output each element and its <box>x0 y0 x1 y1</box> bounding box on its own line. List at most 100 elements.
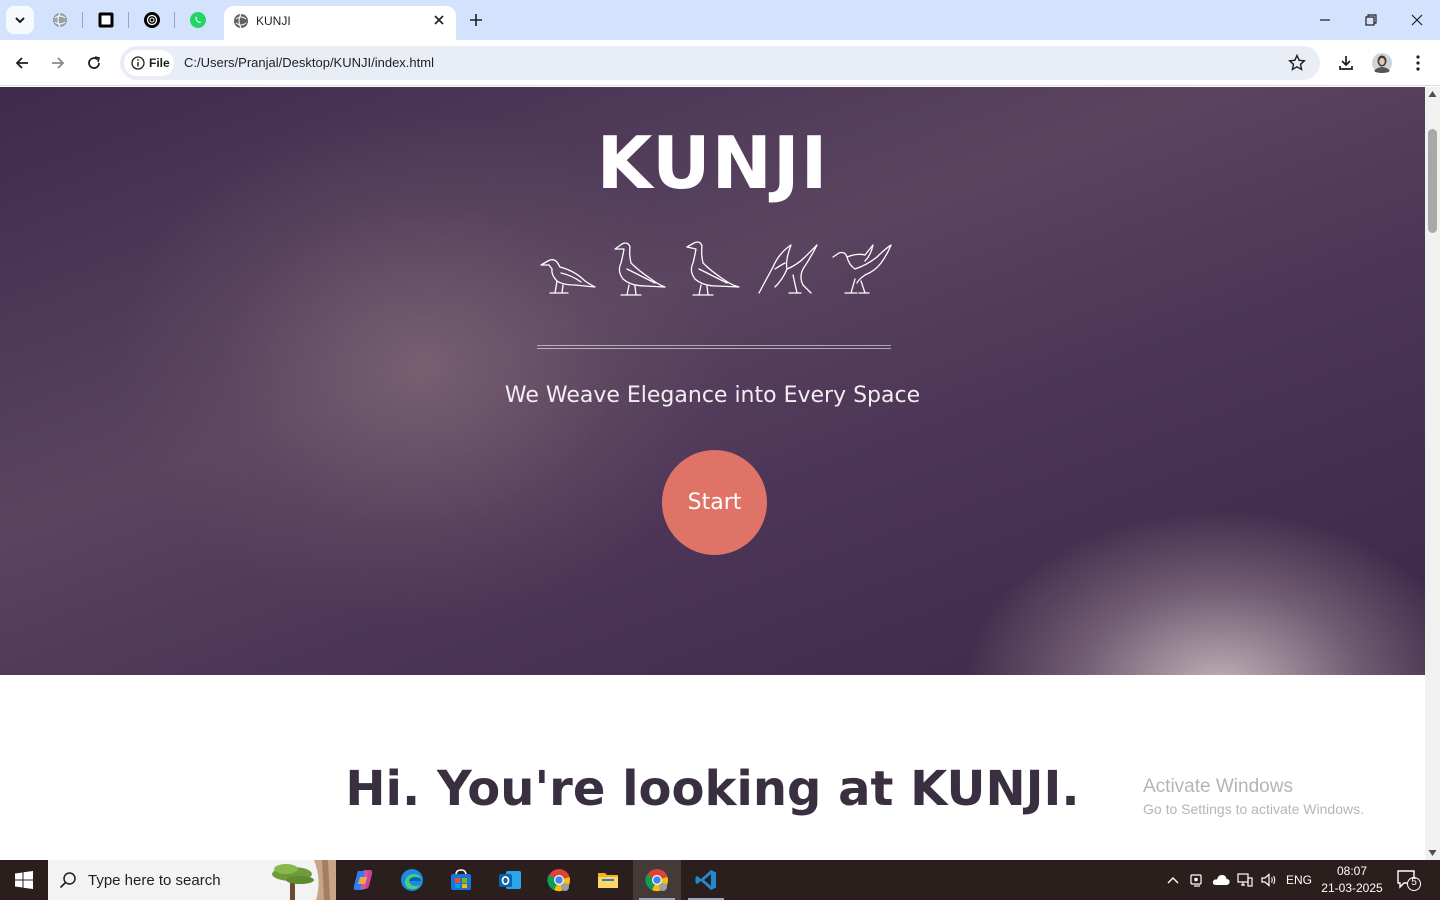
search-placeholder: Type here to search <box>88 871 221 889</box>
chrome-icon <box>645 869 668 892</box>
page-scrollbar[interactable] <box>1425 87 1440 860</box>
taskbar-edge[interactable] <box>388 860 436 900</box>
copilot-icon <box>353 870 373 890</box>
url-text[interactable]: C:/Users/Pranjal/Desktop/KUNJI/index.htm… <box>184 55 434 70</box>
start-menu-button[interactable] <box>0 860 48 900</box>
scroll-down-arrow-icon[interactable] <box>1428 849 1437 857</box>
hero-title: KUNJI <box>596 121 829 205</box>
scroll-up-arrow-icon[interactable] <box>1428 90 1437 98</box>
site-info-label: File <box>149 56 170 70</box>
reload-button[interactable] <box>80 49 108 77</box>
taskbar-chrome[interactable] <box>535 860 583 900</box>
reload-icon <box>88 56 100 69</box>
address-bar[interactable]: File C:/Users/Pranjal/Desktop/KUNJI/inde… <box>120 46 1320 80</box>
downloads-button[interactable] <box>1332 49 1360 77</box>
tray-meet-now[interactable] <box>1186 860 1208 900</box>
site-info-chip[interactable]: File <box>124 50 174 76</box>
intro-prefix: Hi. You're looking at <box>345 761 911 817</box>
tray-volume[interactable] <box>1258 860 1280 900</box>
intro-brand: KUNJI <box>910 761 1062 817</box>
bookmark-star-icon[interactable] <box>1288 54 1306 72</box>
notification-icon <box>1397 870 1421 891</box>
notion-icon <box>98 12 114 28</box>
meet-now-icon <box>1190 874 1202 887</box>
clock-time: 08:07 <box>1336 864 1368 878</box>
taskbar-chrome-active[interactable] <box>633 860 681 900</box>
taskbar-search[interactable]: Type here to search <box>48 860 336 900</box>
pinned-tab-globe[interactable] <box>48 8 72 32</box>
browser-toolbar: File C:/Users/Pranjal/Desktop/KUNJI/inde… <box>0 40 1440 86</box>
search-highlight-tree-icon <box>256 860 336 900</box>
pinned-tab-chatgpt[interactable] <box>140 8 164 32</box>
tab-strip: KUNJI <box>0 0 1440 40</box>
arrow-right-icon <box>52 57 65 69</box>
scroll-thumb[interactable] <box>1428 129 1437 233</box>
globe-icon <box>234 13 248 29</box>
folder-icon <box>598 873 618 888</box>
speaker-icon <box>1261 873 1276 887</box>
tab-separator <box>82 12 83 28</box>
tab-separator <box>128 12 129 28</box>
chevron-down-icon <box>15 17 25 24</box>
close-tab-button[interactable] <box>430 11 448 29</box>
notification-count: 5 <box>1411 877 1417 888</box>
avatar-icon <box>1372 53 1392 73</box>
watermark-subtitle: Go to Settings to activate Windows. <box>1143 801 1364 817</box>
chevron-up-icon <box>1167 877 1179 884</box>
minimize-button[interactable] <box>1302 0 1348 40</box>
close-window-button[interactable] <box>1394 0 1440 40</box>
hero-tagline: We Weave Elegance into Every Space <box>504 383 921 408</box>
kebab-menu-icon <box>1416 55 1420 71</box>
pinned-tab-whatsapp[interactable] <box>186 8 210 32</box>
cloud-icon <box>1212 875 1230 885</box>
tray-onedrive[interactable] <box>1210 860 1232 900</box>
close-icon <box>434 15 444 25</box>
close-icon <box>1411 14 1423 26</box>
tab-search-button[interactable] <box>6 6 34 34</box>
globe-icon <box>53 12 67 28</box>
show-hidden-icons-button[interactable] <box>1162 860 1184 900</box>
edge-icon <box>401 869 423 891</box>
birds-illustration <box>540 241 892 296</box>
tray-language[interactable]: ENG <box>1283 860 1315 900</box>
back-button[interactable] <box>8 49 36 77</box>
store-icon <box>451 869 471 890</box>
hero-section: KUNJI We Weave Elegance into Every Space… <box>0 87 1425 675</box>
download-icon <box>1339 56 1353 70</box>
vscode-icon <box>695 870 716 890</box>
taskbar-file-explorer[interactable] <box>584 860 632 900</box>
search-icon <box>59 872 76 889</box>
windows-logo-icon <box>15 871 33 889</box>
profile-button[interactable] <box>1368 49 1396 77</box>
new-tab-button[interactable] <box>465 9 487 31</box>
taskbar-outlook[interactable] <box>486 860 534 900</box>
minimize-icon <box>1320 19 1330 21</box>
notification-center-button[interactable]: 5 <box>1396 868 1422 892</box>
watermark-title: Activate Windows <box>1143 776 1293 797</box>
chrome-icon <box>547 869 570 892</box>
taskbar-copilot[interactable] <box>339 860 387 900</box>
tray-network[interactable] <box>1234 860 1256 900</box>
hero-divider <box>537 345 891 349</box>
tab-title: KUNJI <box>256 14 291 28</box>
pinned-tab-notion[interactable] <box>94 8 118 32</box>
network-icon <box>1237 873 1253 887</box>
clock-date: 21-03-2025 <box>1321 881 1383 895</box>
restore-button[interactable] <box>1348 0 1394 40</box>
page-viewport: KUNJI We Weave Elegance into Every Space… <box>0 87 1425 860</box>
taskbar-vscode[interactable] <box>682 860 730 900</box>
intro-suffix: . <box>1061 761 1080 817</box>
plus-icon <box>470 14 482 26</box>
tab-kunji[interactable]: KUNJI <box>224 6 456 40</box>
restore-icon <box>1365 14 1377 26</box>
taskbar-clock[interactable]: 08:07 21-03-2025 <box>1318 863 1386 897</box>
whatsapp-icon <box>190 12 206 28</box>
arrow-left-icon <box>15 57 28 69</box>
outlook-icon <box>499 871 521 889</box>
start-button[interactable]: Start <box>662 450 767 555</box>
windows-taskbar: Type here to search ENG 08:07 21-03-2025… <box>0 860 1440 900</box>
forward-button[interactable] <box>44 49 72 77</box>
menu-button[interactable] <box>1404 49 1432 77</box>
chatgpt-icon <box>144 12 160 28</box>
taskbar-store[interactable] <box>437 860 485 900</box>
